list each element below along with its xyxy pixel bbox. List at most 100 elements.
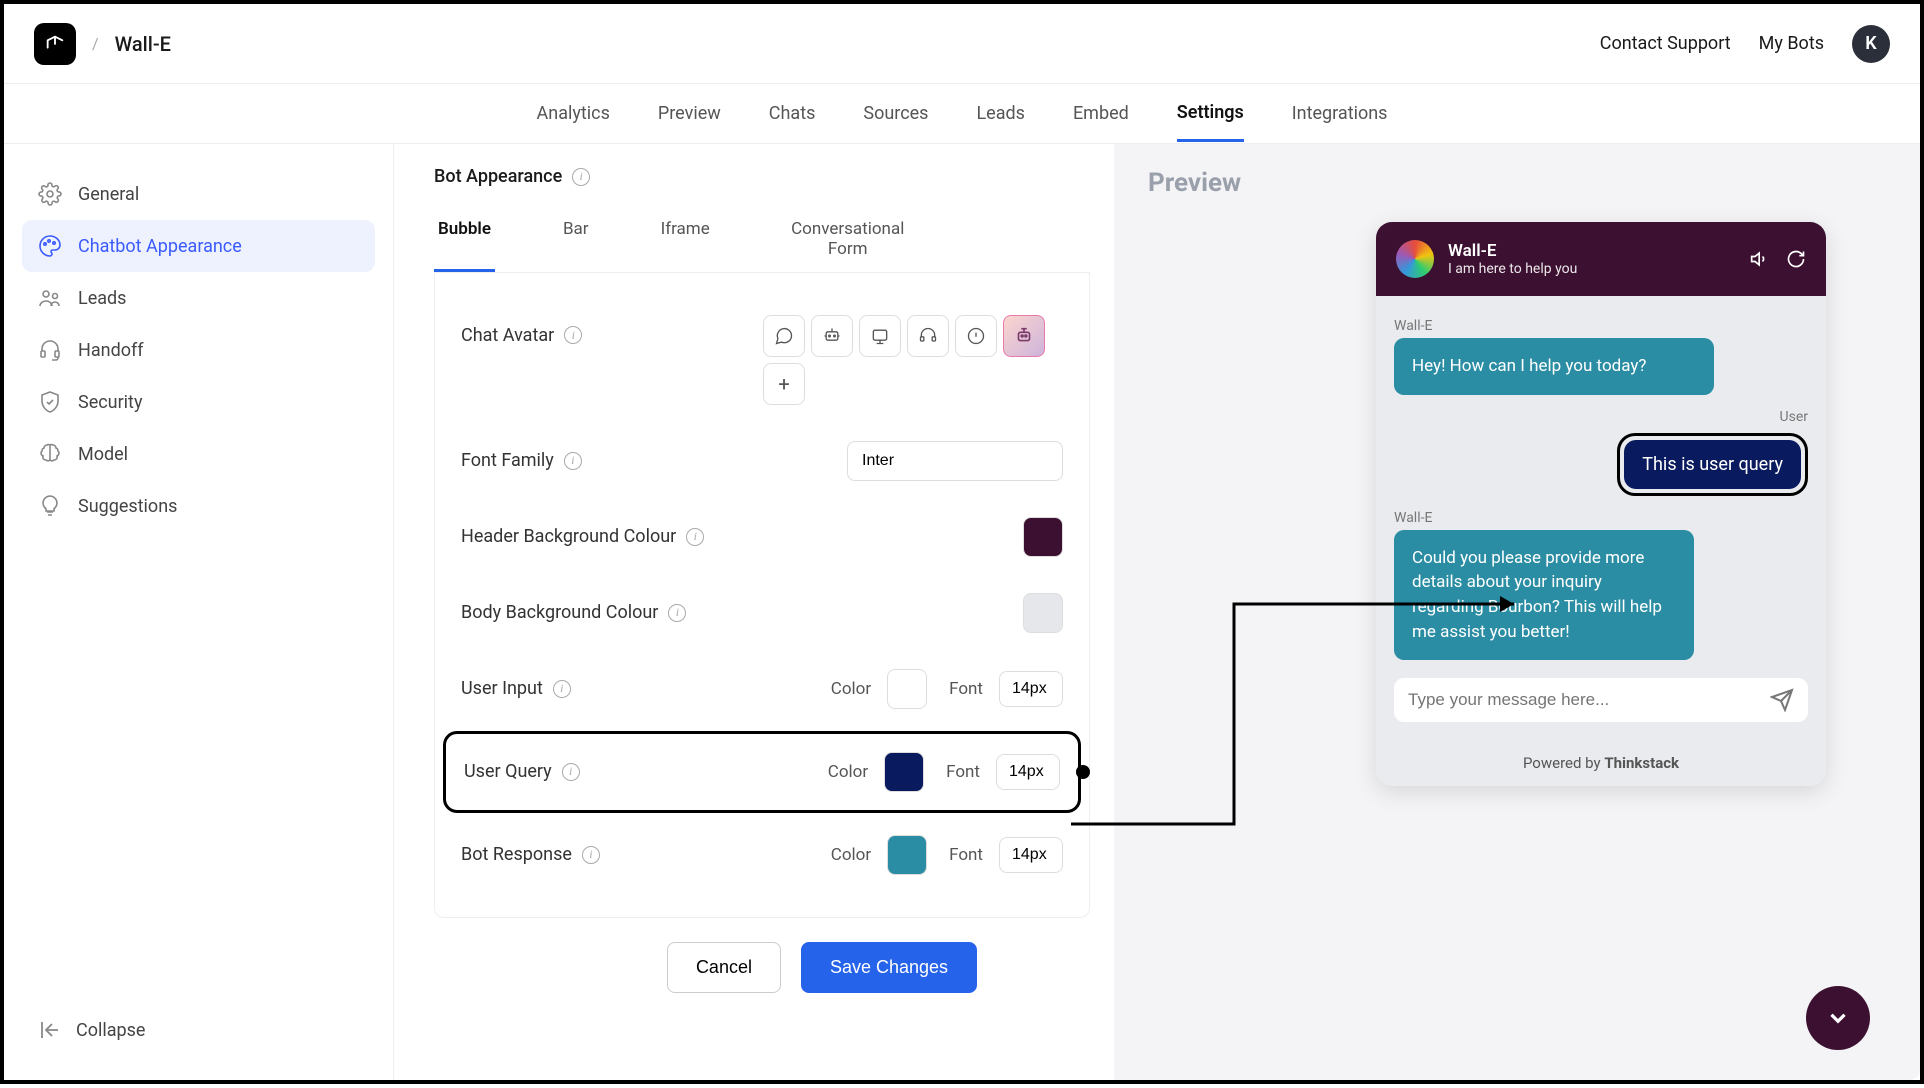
info-icon[interactable]: i (668, 604, 686, 622)
subtab-bubble[interactable]: Bubble (434, 207, 495, 272)
tab-analytics[interactable]: Analytics (537, 87, 610, 140)
body-bg-label: Body Background Colour (461, 602, 658, 623)
contact-support-link[interactable]: Contact Support (1600, 33, 1731, 54)
msg-author-bot: Wall-E (1394, 318, 1808, 334)
save-button[interactable]: Save Changes (801, 942, 977, 993)
avatar-option-selected[interactable] (1003, 315, 1045, 357)
user-input-font-input[interactable] (999, 671, 1063, 707)
tab-integrations[interactable]: Integrations (1292, 87, 1388, 140)
subtab-iframe[interactable]: Iframe (657, 207, 714, 272)
settings-main: Bot Appearance i Bubble Bar Iframe Conve… (394, 144, 1114, 1080)
sidebar-label-model: Model (78, 444, 128, 465)
sidebar-label-security: Security (78, 392, 142, 413)
gear-icon (38, 182, 62, 206)
sidebar-item-suggestions[interactable]: Suggestions (22, 480, 375, 532)
avatar-add-button[interactable]: + (763, 363, 805, 405)
chat-avatar-label: Chat Avatar (461, 325, 554, 346)
sidebar-item-general[interactable]: General (22, 168, 375, 220)
info-icon[interactable]: i (572, 168, 590, 186)
bot-message-1: Hey! How can I help you today? (1394, 338, 1714, 395)
shield-icon (38, 390, 62, 414)
bot-message-2: Could you please provide more details ab… (1394, 530, 1694, 661)
bot-response-font-input[interactable] (999, 837, 1063, 873)
connector-dot-icon (1076, 765, 1090, 779)
avatar-option-5[interactable] (955, 315, 997, 357)
brain-icon (38, 442, 62, 466)
user-message: This is user query (1624, 440, 1801, 489)
info-icon[interactable]: i (564, 326, 582, 344)
chat-logo-icon (1396, 240, 1434, 278)
sidebar-item-model[interactable]: Model (22, 428, 375, 480)
avatar-option-3[interactable] (859, 315, 901, 357)
cancel-button[interactable]: Cancel (667, 942, 781, 993)
chat-bot-status: I am here to help you (1448, 261, 1577, 277)
chat-fab-button[interactable] (1806, 986, 1870, 1050)
sidebar-item-handoff[interactable]: Handoff (22, 324, 375, 376)
avatar-option-4[interactable] (907, 315, 949, 357)
chat-footer: Powered by Thinkstack (1376, 740, 1826, 786)
user-query-font-input[interactable] (996, 754, 1060, 790)
chat-header: Wall-E I am here to help you (1376, 222, 1826, 296)
chat-message-input[interactable] (1408, 690, 1770, 710)
bot-response-label: Bot Response (461, 844, 572, 865)
chat-widget: Wall-E I am here to help you Wall-E Hey!… (1376, 222, 1826, 786)
header-bg-label: Header Background Colour (461, 526, 676, 547)
tab-chats[interactable]: Chats (769, 87, 816, 140)
info-icon[interactable]: i (564, 452, 582, 470)
bot-name: Wall-E (115, 32, 171, 56)
bot-response-color-swatch[interactable] (887, 835, 927, 875)
info-icon[interactable]: i (686, 528, 704, 546)
nav-tabs: Analytics Preview Chats Sources Leads Em… (4, 84, 1920, 144)
user-query-color-swatch[interactable] (884, 752, 924, 792)
sidebar-item-chatbot-appearance[interactable]: Chatbot Appearance (22, 220, 375, 272)
msg-author-user: User (1394, 409, 1808, 425)
sidebar-label-general: General (78, 184, 139, 205)
headset-icon (38, 338, 62, 362)
collapse-sidebar-button[interactable]: Collapse (22, 1004, 375, 1056)
tab-sources[interactable]: Sources (863, 87, 928, 140)
font-family-input[interactable] (847, 441, 1063, 481)
tab-leads[interactable]: Leads (976, 87, 1024, 140)
sidebar: General Chatbot Appearance Leads Handoff… (4, 144, 394, 1080)
color-label: Color (831, 845, 871, 865)
user-avatar[interactable]: K (1852, 25, 1890, 63)
topbar: / Wall-E Contact Support My Bots K (4, 4, 1920, 84)
preview-title: Preview (1148, 168, 1886, 198)
color-label: Color (828, 762, 868, 782)
sound-icon[interactable] (1750, 249, 1770, 269)
tab-preview[interactable]: Preview (658, 87, 721, 140)
my-bots-link[interactable]: My Bots (1759, 33, 1824, 54)
section-title: Bot Appearance (434, 166, 562, 187)
info-icon[interactable]: i (553, 680, 571, 698)
avatar-option-2[interactable] (811, 315, 853, 357)
msg-author-bot-2: Wall-E (1394, 510, 1808, 526)
color-label: Color (831, 679, 871, 699)
sidebar-label-suggestions: Suggestions (78, 496, 177, 517)
sidebar-item-security[interactable]: Security (22, 376, 375, 428)
tab-embed[interactable]: Embed (1073, 87, 1129, 140)
refresh-icon[interactable] (1786, 249, 1806, 269)
collapse-icon (38, 1018, 62, 1042)
bulb-icon (38, 494, 62, 518)
sidebar-label-handoff: Handoff (78, 340, 144, 361)
subtab-conversational-form[interactable]: Conversational Form (778, 207, 918, 272)
subtab-bar[interactable]: Bar (559, 207, 593, 272)
app-logo[interactable] (34, 23, 76, 65)
chat-bot-name: Wall-E (1448, 241, 1577, 261)
user-input-label: User Input (461, 678, 543, 699)
info-icon[interactable]: i (562, 763, 580, 781)
user-input-color-swatch[interactable] (887, 669, 927, 709)
send-icon[interactable] (1770, 688, 1794, 712)
font-label: Font (949, 679, 983, 699)
tab-settings[interactable]: Settings (1177, 86, 1244, 142)
info-icon[interactable]: i (582, 846, 600, 864)
font-label: Font (949, 845, 983, 865)
sidebar-item-leads[interactable]: Leads (22, 272, 375, 324)
body-bg-color-swatch[interactable] (1023, 593, 1063, 633)
avatar-option-1[interactable] (763, 315, 805, 357)
header-bg-color-swatch[interactable] (1023, 517, 1063, 557)
palette-icon (38, 234, 62, 258)
users-icon (38, 286, 62, 310)
powered-by-prefix: Powered by (1523, 754, 1604, 772)
sidebar-label-leads: Leads (78, 288, 126, 309)
